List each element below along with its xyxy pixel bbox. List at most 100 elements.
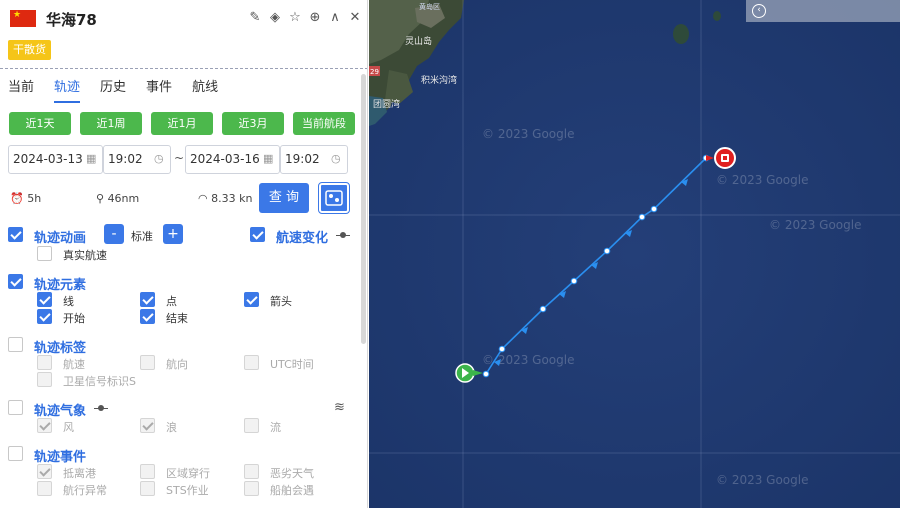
range-1-month-button[interactable]: 近1月 [151,112,213,135]
label-speed-checkbox[interactable] [37,355,52,370]
abnormal-nav-label: 航行异常 [63,484,107,497]
labels-checkbox[interactable] [8,337,23,352]
tab-route[interactable]: 航线 [192,76,218,103]
arrow-checkbox[interactable] [244,292,259,307]
sts-checkbox[interactable] [140,481,155,496]
abnormal-nav-checkbox[interactable] [37,481,52,496]
end-label: 结束 [166,312,188,325]
encounter-label: 船舶会遇 [270,484,314,497]
port-call-checkbox[interactable] [37,464,52,479]
track-overlay [455,147,736,383]
start-time-field[interactable]: 19:02 ◷ [103,145,171,174]
range-button-group: 近1天 近1周 近1月 近3月 当前航段 [9,112,355,135]
encounter-checkbox[interactable] [244,481,259,496]
point-checkbox[interactable] [140,292,155,307]
tab-events[interactable]: 事件 [146,76,172,103]
events-checkbox[interactable] [8,446,23,461]
duration-stat: ⏰ 5h [10,192,42,205]
line-label: 线 [63,295,74,308]
ship-type-badge: 干散货 [8,40,51,60]
speed-stat: ◠ 8.33 kn [198,192,253,205]
label-utc-label: UTC时间 [270,358,314,371]
area-transit-label: 区域穿行 [166,467,210,480]
bad-weather-label: 恶劣天气 [270,467,314,480]
tag-icon[interactable]: ◈ [268,10,282,26]
legend-line-icon [94,404,108,412]
track-point[interactable] [482,370,490,378]
track-stats: ⏰ 5h ⚲ 46nm ◠ 8.33 kn [10,192,260,206]
tab-track[interactable]: 轨迹 [54,76,81,103]
elements-checkbox[interactable] [8,274,23,289]
wind-icon[interactable]: ≋ [334,400,345,415]
range-3-month-button[interactable]: 近3月 [222,112,284,135]
real-speed-checkbox[interactable] [37,246,52,261]
label-satellite-label: 卫星信号标识S [63,375,136,388]
speed-increase-button[interactable]: + [163,224,183,244]
label-heading-checkbox[interactable] [140,355,155,370]
wave-checkbox[interactable] [140,418,155,433]
gauge-icon: ◠ [198,192,208,205]
panel-scrollbar[interactable] [361,74,366,344]
track-point[interactable] [498,345,506,353]
wind-checkbox[interactable] [37,418,52,433]
bad-weather-checkbox[interactable] [244,464,259,479]
range-1-week-button[interactable]: 近1周 [80,112,142,135]
label-satellite-checkbox[interactable] [37,372,52,387]
divider [0,68,367,69]
animation-checkbox[interactable] [8,227,23,242]
start-label: 开始 [63,312,85,325]
track-end-icon[interactable] [706,147,736,169]
map-view[interactable]: 29 黄岛区 灵山岛 积米沟湾 团圆湾 © 2023 Google © 2023… [369,0,900,508]
weather-checkbox[interactable] [8,400,23,415]
map-track-toggle-button[interactable] [318,182,350,214]
query-button[interactable]: 查 询 [259,183,309,213]
tab-history[interactable]: 历史 [100,76,126,103]
start-date-field[interactable]: 2024-03-13 ▦ [8,145,103,174]
track-point[interactable] [570,277,578,285]
ship-detail-panel: ★ 华海78 ✎ ◈ ☆ ⊕ ∧ ✕ 干散货 当前 轨迹 历史 事件 航线 近1… [0,0,368,508]
tab-current[interactable]: 当前 [8,76,34,103]
star-icon[interactable]: ☆ [288,10,302,26]
wave-label: 浪 [166,421,177,434]
speed-decrease-button[interactable]: - [104,224,124,244]
end-time-field[interactable]: 19:02 ◷ [280,145,348,174]
flag-icon: ★ [10,10,36,27]
track-point[interactable] [539,305,547,313]
end-checkbox[interactable] [140,309,155,324]
back-arrow-icon[interactable]: ‹ [752,4,766,18]
alarm-icon: ⏰ [10,192,24,205]
date-range-picker: 2024-03-13 ▦ 19:02 ◷ ~ 2024-03-16 ▦ 19:0… [8,145,348,174]
track-point[interactable] [603,247,611,255]
header-toolbar: ✎ ◈ ☆ ⊕ ∧ ✕ [248,10,362,26]
line-checkbox[interactable] [37,292,52,307]
start-checkbox[interactable] [37,309,52,324]
point-label: 点 [166,295,177,308]
speed-level-label: 标准 [131,230,153,243]
distance-icon: ⚲ [96,192,105,205]
sts-label: STS作业 [166,484,209,497]
current-checkbox[interactable] [244,418,259,433]
collapse-icon[interactable]: ∧ [328,10,342,26]
elements-section-title: 轨迹元素 [34,278,87,293]
clock-icon: ◷ [331,152,341,165]
area-transit-checkbox[interactable] [140,464,155,479]
map-back-bar: ‹ [746,0,900,22]
labels-section-title: 轨迹标签 [34,341,87,356]
animation-section-title: 轨迹动画 [34,231,87,246]
range-1-day-button[interactable]: 近1天 [9,112,71,135]
track-point[interactable] [638,213,646,221]
end-date-field[interactable]: 2024-03-16 ▦ [185,145,280,174]
close-icon[interactable]: ✕ [348,10,362,26]
panel-header: ★ 华海78 ✎ ◈ ☆ ⊕ ∧ ✕ 干散货 [0,0,367,68]
current-voyage-button[interactable]: 当前航段 [293,112,355,135]
tab-bar: 当前 轨迹 历史 事件 航线 [8,76,238,103]
track-start-icon[interactable] [455,363,483,383]
edit-icon[interactable]: ✎ [248,10,262,26]
current-label: 流 [270,421,281,434]
speed-change-checkbox[interactable] [250,227,265,242]
label-speed-label: 航速 [63,358,85,371]
port-call-label: 抵离港 [63,467,96,480]
track-point[interactable] [650,205,658,213]
label-utc-checkbox[interactable] [244,355,259,370]
target-icon[interactable]: ⊕ [308,10,322,26]
